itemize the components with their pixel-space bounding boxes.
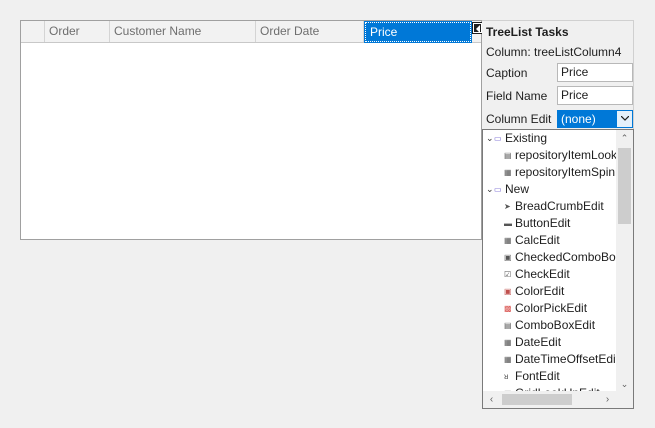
list-item-button-edit[interactable]: ButtonEdit (515, 215, 570, 232)
vertical-scroll-thumb[interactable] (618, 148, 631, 224)
list-item-combobox-edit[interactable]: ComboBoxEdit (515, 317, 595, 334)
list-item-calc-edit[interactable]: CalcEdit (515, 232, 560, 249)
lookup-edit-icon: ▤ (504, 151, 512, 160)
column-edit-dropdown-button[interactable] (616, 111, 632, 127)
field-name-input[interactable]: Price (557, 86, 633, 105)
caption-input[interactable]: Price (557, 63, 633, 82)
smart-tag-button[interactable] (472, 22, 483, 34)
vertical-scrollbar[interactable]: ⌃ ⌄ (616, 130, 633, 393)
scrollbar-corner (616, 391, 633, 408)
collapse-existing-icon[interactable]: ⌄ (486, 130, 494, 147)
datetime-offset-icon: ▦ (504, 355, 512, 364)
scroll-right-icon[interactable]: › (599, 391, 616, 408)
spin-edit-icon: ▦ (504, 168, 512, 177)
column-header-order[interactable]: Order (45, 21, 110, 42)
column-edit-value: (none) (561, 112, 596, 126)
smart-tag-arrow-icon (476, 25, 480, 33)
treelist-tasks-panel: TreeList Tasks Column: treeListColumn4 C… (482, 20, 634, 409)
column-header-customer-name[interactable]: Customer Name (110, 21, 256, 42)
column-info: Column: treeListColumn4 (486, 45, 622, 59)
scroll-left-icon[interactable]: ‹ (483, 391, 500, 408)
color-edit-icon: ▣ (504, 287, 512, 296)
list-item-check-edit[interactable]: CheckEdit (515, 266, 570, 283)
check-edit-icon: ☑ (504, 270, 512, 279)
list-item-color-edit[interactable]: ColorEdit (515, 283, 564, 300)
column-header-price[interactable]: Price (364, 21, 472, 43)
treelist-grid[interactable]: Order Customer Name Order Date Price (20, 20, 483, 240)
checked-combo-icon: ▣ (504, 253, 512, 262)
group-existing[interactable]: Existing (505, 130, 547, 147)
button-edit-icon: ▬ (504, 219, 512, 228)
header-indicator-cell (21, 21, 45, 42)
combobox-icon: ▤ (504, 321, 512, 330)
column-edit-dropdown-list[interactable]: ⌄ ▭ Existing ▤ repositoryItemLookUpEdit … (482, 129, 634, 409)
horizontal-scrollbar[interactable]: ‹ › (483, 391, 618, 408)
group-new[interactable]: New (505, 181, 529, 198)
list-item-breadcrumb-edit[interactable]: BreadCrumbEdit (515, 198, 604, 215)
column-header-order-date[interactable]: Order Date (256, 21, 364, 42)
folder-icon: ▭ (494, 185, 502, 194)
breadcrumb-icon: ➤ (504, 202, 511, 211)
folder-icon: ▭ (494, 134, 502, 143)
color-pick-icon: ▩ (504, 304, 512, 313)
column-edit-label: Column Edit (486, 112, 552, 126)
font-edit-icon: ᴚ (504, 372, 509, 381)
tasks-title: TreeList Tasks (486, 25, 569, 39)
column-edit-combo[interactable]: (none) (557, 110, 633, 128)
caption-label: Caption (486, 66, 528, 80)
horizontal-scroll-thumb[interactable] (502, 394, 572, 405)
chevron-down-icon (621, 116, 629, 121)
list-item-color-pick-edit[interactable]: ColorPickEdit (515, 300, 587, 317)
list-item-datetime-offset-edit[interactable]: DateTimeOffsetEdit (515, 351, 619, 368)
list-item-date-edit[interactable]: DateEdit (515, 334, 561, 351)
field-name-label: Field Name (486, 89, 548, 103)
date-edit-icon: ▦ (504, 338, 512, 347)
collapse-new-icon[interactable]: ⌄ (486, 181, 494, 198)
scroll-up-icon[interactable]: ⌃ (616, 130, 633, 147)
column-header-row: Order Customer Name Order Date Price (21, 21, 483, 43)
list-item-font-edit[interactable]: FontEdit (515, 368, 560, 385)
calc-edit-icon: ▦ (504, 236, 512, 245)
